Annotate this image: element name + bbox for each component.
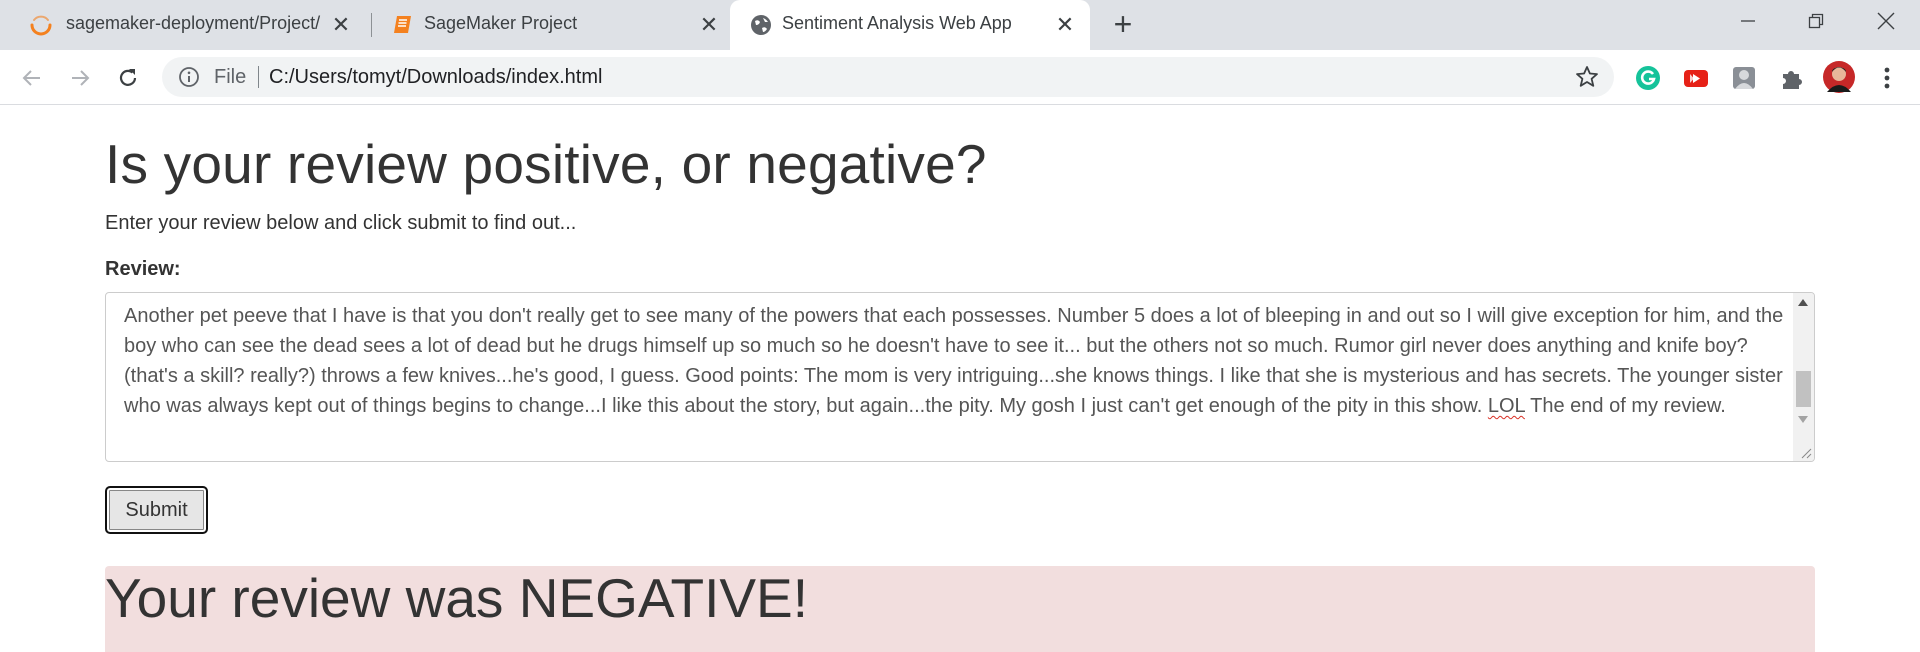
- info-icon[interactable]: [178, 66, 200, 88]
- back-arrow-icon: [22, 70, 40, 86]
- close-window-button[interactable]: [1858, 0, 1914, 42]
- extensions-puzzle-icon[interactable]: [1777, 63, 1807, 93]
- review-label: Review:: [105, 258, 181, 280]
- reload-icon: [119, 69, 137, 86]
- result-message: Your review was NEGATIVE!: [105, 567, 809, 629]
- review-text-end: The end of my review.: [1524, 395, 1726, 417]
- tab-title: sagemaker-deployment/Project/: [66, 13, 321, 33]
- close-icon[interactable]: ✕: [1054, 12, 1076, 37]
- browser-toolbar: File C:/Users/tomyt/Downloads/index.html: [0, 50, 1920, 105]
- resize-grip-icon[interactable]: [1798, 445, 1812, 459]
- scheme-label: File: [214, 66, 247, 88]
- tab-title: Sentiment Analysis Web App: [782, 13, 1012, 33]
- address-bar[interactable]: File C:/Users/tomyt/Downloads/index.html: [162, 57, 1614, 97]
- loading-spinner-icon: [30, 15, 52, 36]
- tab-sagemaker-project[interactable]: SageMaker Project ✕: [372, 0, 728, 50]
- tab-sagemaker-deployment[interactable]: sagemaker-deployment/Project/ ✕: [0, 0, 370, 50]
- forward-arrow-icon: [72, 70, 90, 86]
- scroll-up-arrow-icon[interactable]: [1798, 299, 1808, 306]
- close-icon[interactable]: ✕: [330, 12, 352, 37]
- tab-strip: sagemaker-deployment/Project/ ✕ SageMake…: [0, 0, 1920, 50]
- globe-icon: [751, 15, 771, 35]
- url-text[interactable]: C:/Users/tomyt/Downloads/index.html: [269, 66, 602, 89]
- page-title: Is your review positive, or negative?: [105, 133, 987, 195]
- restore-button[interactable]: [1788, 0, 1844, 42]
- forward-button[interactable]: [64, 62, 96, 94]
- new-tab-button[interactable]: +: [1108, 8, 1138, 40]
- textarea-scrollbar[interactable]: [1793, 293, 1814, 461]
- tab-sentiment-analysis[interactable]: Sentiment Analysis Web App ✕: [730, 0, 1090, 50]
- result-alert: Your review was NEGATIVE!: [105, 566, 1815, 652]
- review-textarea[interactable]: Another pet peeve that I have is that yo…: [105, 292, 1815, 462]
- scroll-down-arrow-icon[interactable]: [1798, 416, 1808, 423]
- misspelled-word: LOL: [1487, 395, 1525, 417]
- submit-button[interactable]: Submit: [105, 486, 208, 534]
- youtube-icon[interactable]: [1681, 63, 1711, 93]
- minimize-button[interactable]: [1720, 0, 1776, 42]
- more-menu-icon[interactable]: [1872, 63, 1902, 93]
- avatar[interactable]: [1822, 60, 1856, 94]
- back-button[interactable]: [16, 62, 48, 94]
- scroll-thumb[interactable]: [1796, 371, 1811, 407]
- notebook-icon: [394, 16, 411, 33]
- profile-photo-icon[interactable]: [1729, 63, 1759, 93]
- reload-button[interactable]: [112, 62, 144, 94]
- close-icon[interactable]: ✕: [698, 12, 720, 37]
- instructions-text: Enter your review below and click submit…: [105, 212, 577, 234]
- web-page: Is your review positive, or negative? En…: [0, 106, 1920, 652]
- bookmark-star-icon[interactable]: [1574, 64, 1600, 90]
- tab-title: SageMaker Project: [424, 13, 578, 33]
- grammarly-icon[interactable]: [1633, 63, 1663, 93]
- review-text[interactable]: Another pet peeve that I have is that yo…: [124, 301, 1784, 421]
- address-divider: [258, 66, 259, 88]
